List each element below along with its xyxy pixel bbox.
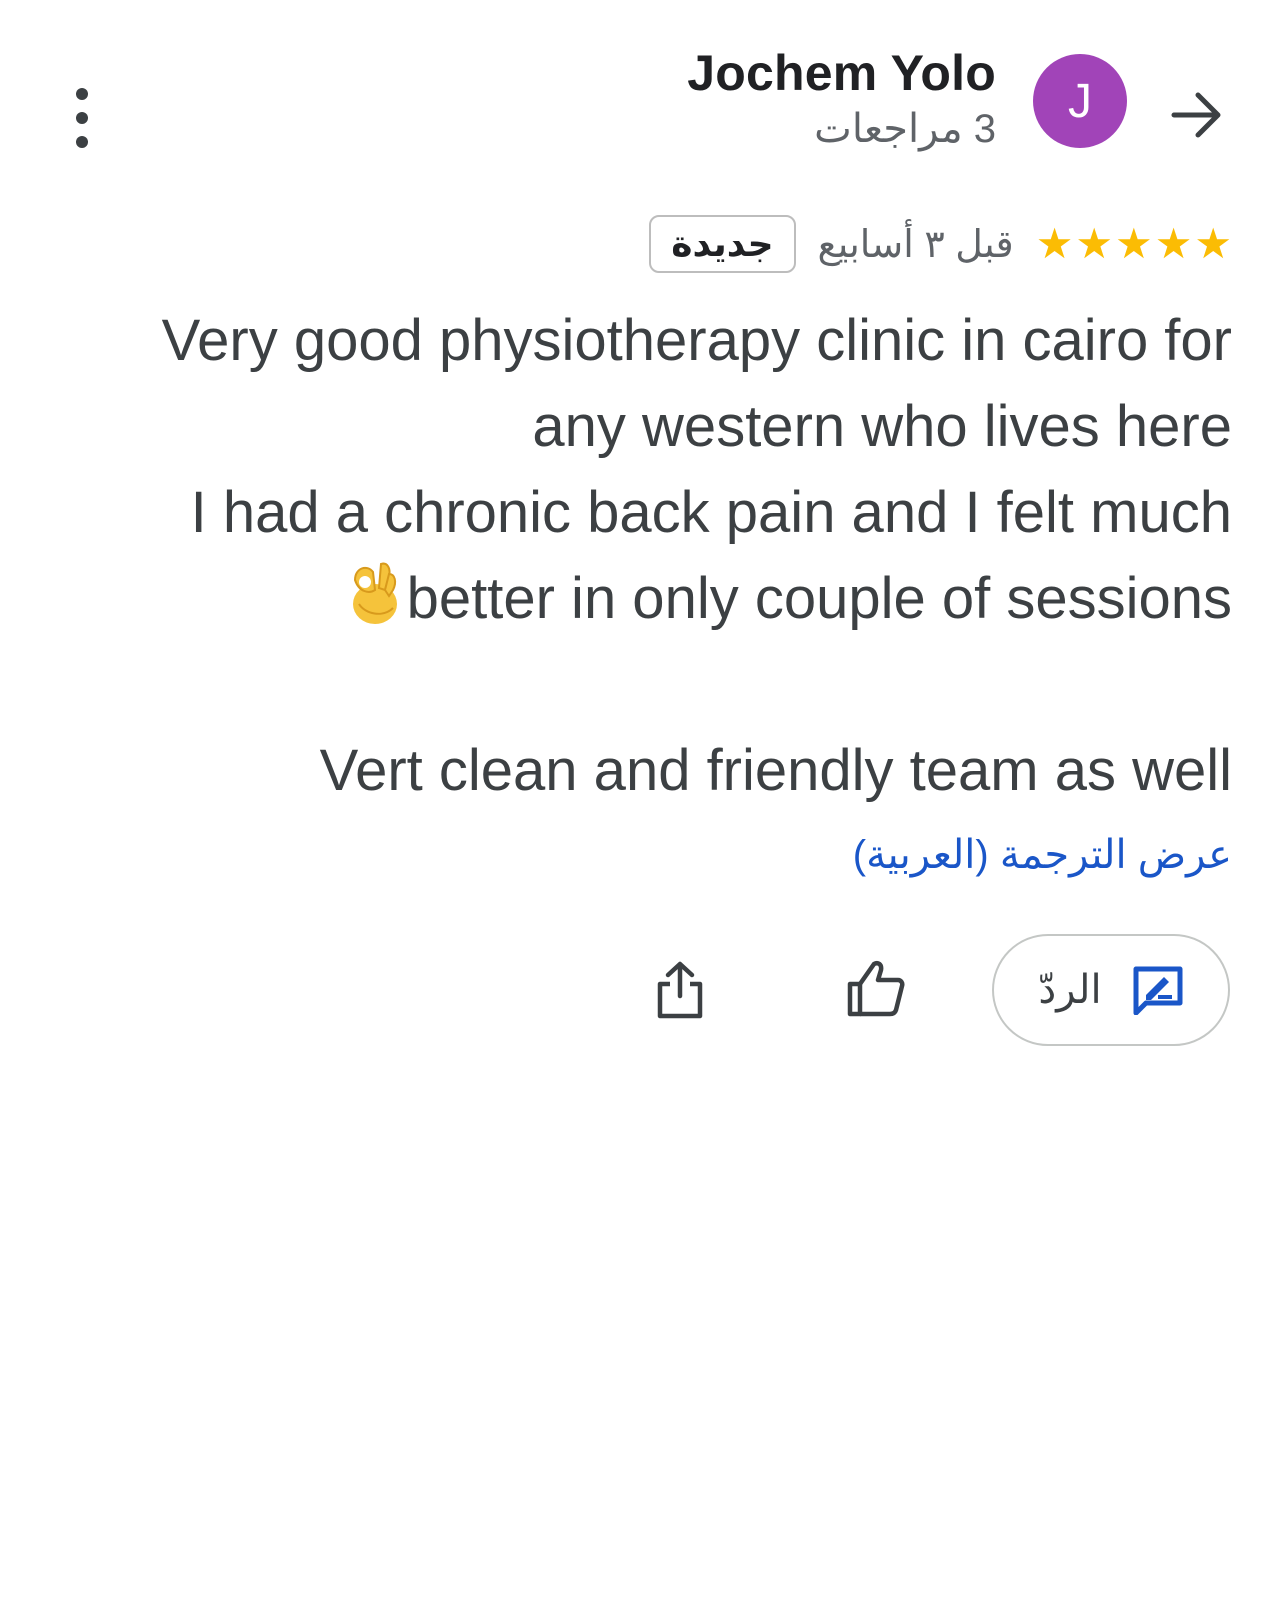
author-review-count: 3 مراجعات <box>814 107 996 151</box>
back-button[interactable] <box>1168 86 1226 144</box>
review-blank-line <box>90 642 1232 728</box>
star-icon: ★ <box>1035 220 1074 267</box>
star-icon: ★ <box>1115 220 1153 267</box>
avatar-letter: J <box>1068 74 1092 128</box>
reply-button[interactable]: الردّ <box>992 934 1230 1046</box>
share-button[interactable] <box>656 960 704 1020</box>
rate-review-icon <box>1133 966 1183 1015</box>
star-icon: ★ <box>1194 220 1232 267</box>
star-icon: ★ <box>1154 220 1193 267</box>
reply-label: الردّ <box>1038 968 1102 1012</box>
avatar[interactable]: J <box>1033 54 1127 148</box>
review-line: Vert clean and friendly team as well <box>319 738 1232 803</box>
more-options-button[interactable] <box>62 88 102 148</box>
thumb-up-icon <box>847 961 905 1017</box>
more-vert-icon-dot <box>76 136 88 148</box>
review-text: Very good physiotherapy clinic in cairo … <box>90 298 1232 814</box>
star-icon: ★ <box>1075 220 1114 267</box>
arrow-right-icon <box>1171 92 1221 138</box>
like-button[interactable] <box>846 958 906 1018</box>
review-line: better in only couple of sessions <box>406 566 1232 631</box>
star-rating: ★ ★ ★ ★ ★ <box>1036 223 1232 265</box>
more-vert-icon <box>76 88 88 100</box>
more-vert-icon-dot <box>76 112 88 124</box>
share-icon <box>657 961 703 1019</box>
new-badge: جديدة <box>649 215 796 273</box>
view-translation-link[interactable]: عرض الترجمة (العربية) <box>853 832 1232 878</box>
ok-hand-emoji <box>352 562 397 624</box>
review-line: any western who lives here <box>532 394 1232 459</box>
author-name[interactable]: Jochem Yolo <box>687 44 996 102</box>
review-line: Very good physiotherapy clinic in cairo … <box>161 308 1232 373</box>
review-line: I had a chronic back pain and I felt muc… <box>190 480 1232 545</box>
review-meta-row: ★ ★ ★ ★ ★ قبل ٣ أسابيع جديدة <box>649 212 1232 276</box>
review-line-with-emoji: better in only couple of sessions <box>90 556 1232 642</box>
review-time: قبل ٣ أسابيع <box>817 223 1014 266</box>
